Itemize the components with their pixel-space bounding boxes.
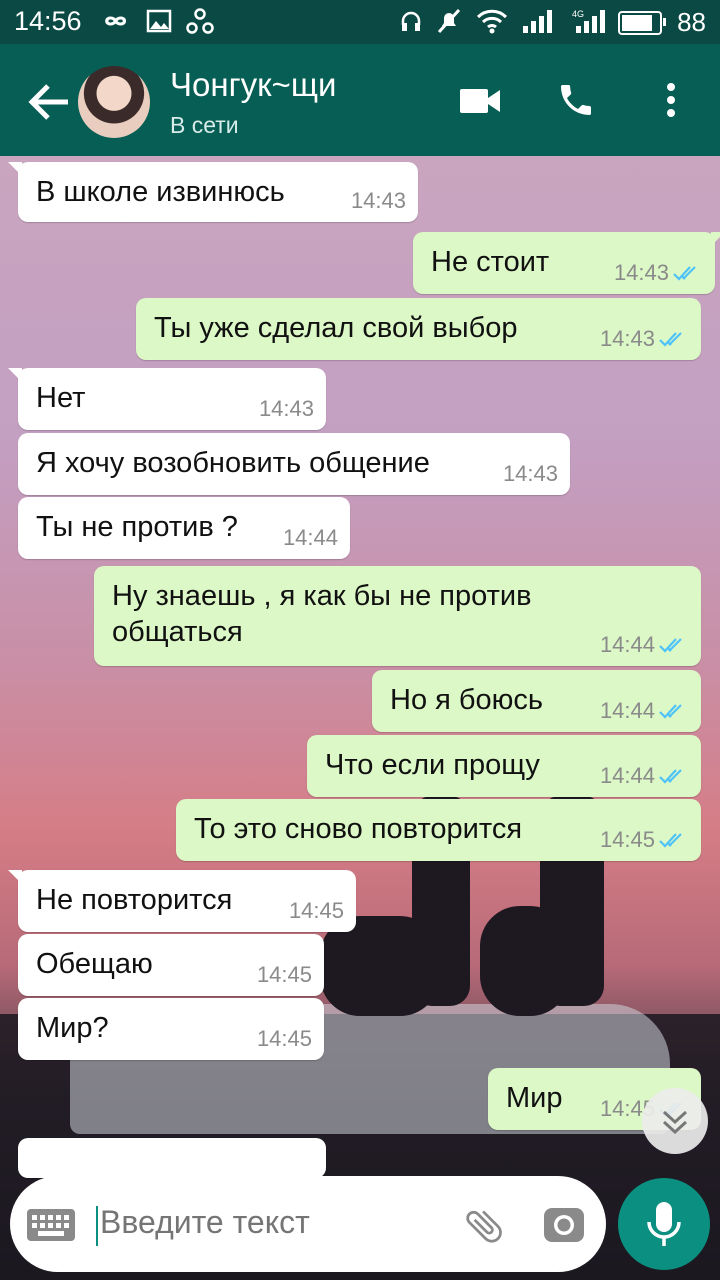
outgoing-message[interactable]: Ну знаешь , я как бы не против общаться 1… [94, 566, 701, 666]
message-meta: 14:43 [503, 461, 558, 487]
incoming-message[interactable]: Я хочу возобновить общение 14:43 [18, 433, 570, 495]
double-check-icon [659, 638, 682, 653]
message-meta: 14:45 [289, 898, 344, 924]
message-time: 14:43 [502, 461, 558, 486]
incoming-message[interactable]: Не повторится 14:45 [8, 870, 356, 932]
chat-header: Чонгук~щи В сети [0, 44, 720, 156]
double-check-icon [659, 332, 682, 347]
message-time: 14:43 [258, 396, 314, 421]
message-time: 14:43 [613, 260, 669, 285]
message-input[interactable] [100, 1204, 440, 1241]
incoming-message[interactable]: Обещаю 14:45 [18, 934, 324, 996]
message-meta: 14:44 [600, 763, 689, 789]
contact-name[interactable]: Чонгук~щи [170, 66, 336, 104]
status-time: 14:56 [14, 6, 82, 36]
message-time: 14:44 [599, 698, 655, 723]
status-bar: 14:56 4G 88 [0, 0, 720, 44]
image-icon [146, 9, 172, 33]
message-time: 14:43 [599, 326, 655, 351]
outgoing-message[interactable]: Ты уже сделал свой выбор 14:43 [136, 298, 701, 360]
message-meta: 14:45 [257, 1026, 312, 1052]
battery-percent: 88 [677, 7, 706, 37]
message-meta: 14:43 [614, 260, 703, 286]
incoming-message[interactable]: Мир? 14:45 [18, 998, 324, 1060]
message-time: 14:45 [599, 827, 655, 852]
message-input-bar [10, 1176, 606, 1272]
microphone-icon [647, 1202, 681, 1246]
keyboard-icon[interactable] [26, 1208, 76, 1242]
message-time: 14:45 [256, 962, 312, 987]
outgoing-message[interactable]: Что если прощу 14:44 [307, 735, 701, 797]
scroll-down-button[interactable] [642, 1088, 708, 1154]
outgoing-message[interactable]: Не стоит 14:43 [413, 232, 720, 294]
message-time: 14:43 [350, 188, 406, 213]
message-time: 14:44 [282, 525, 338, 550]
incoming-message[interactable]: Ты не против ? 14:44 [18, 497, 350, 559]
outgoing-message[interactable]: Но я боюсь 14:44 [372, 670, 701, 732]
message-time: 14:45 [288, 898, 344, 923]
headset-icon [401, 11, 421, 31]
message-meta: 14:43 [259, 396, 314, 422]
signal-icon [523, 10, 552, 33]
message-time: 14:44 [599, 763, 655, 788]
share-icon [186, 8, 214, 34]
battery-fill [622, 15, 652, 31]
more-vert-icon[interactable] [664, 82, 678, 118]
camera-icon[interactable] [542, 1202, 586, 1246]
message-meta: 14:44 [600, 632, 689, 658]
partial-incoming-message[interactable] [18, 1138, 326, 1178]
message-meta: 14:43 [351, 188, 406, 214]
message-meta: 14:43 [600, 326, 689, 352]
outgoing-message[interactable]: То это сново повторится 14:45 [176, 799, 701, 861]
message-text: В школе извинюсь [36, 176, 285, 208]
message-meta: 14:44 [600, 698, 689, 724]
double-check-icon [659, 704, 682, 719]
video-call-icon[interactable] [460, 86, 500, 116]
message-time: 14:44 [599, 632, 655, 657]
arrow-back-icon[interactable] [28, 82, 70, 122]
battery-icon [618, 11, 666, 35]
paperclip-icon[interactable] [462, 1204, 506, 1248]
incoming-message[interactable]: Нет 14:43 [8, 368, 326, 430]
chevron-double-down-icon [662, 1110, 688, 1135]
contact-status: В сети [170, 112, 239, 138]
svg-text:4G: 4G [572, 9, 584, 19]
voice-record-button[interactable] [618, 1178, 710, 1270]
message-text: Я хочу возобновить общение [36, 447, 430, 479]
system-icons: 4G [400, 8, 612, 34]
mute-icon [437, 8, 461, 34]
avatar[interactable] [78, 66, 150, 138]
double-check-icon [673, 266, 696, 281]
notification-icons [100, 8, 214, 34]
message-meta: 14:45 [257, 962, 312, 988]
message-time: 14:45 [256, 1026, 312, 1051]
message-meta: 14:44 [283, 525, 338, 551]
wifi-icon [476, 9, 508, 34]
incoming-message[interactable]: В школе извинюсь 14:43 [8, 162, 418, 222]
signal-4g-icon: 4G [572, 9, 605, 33]
text-cursor [96, 1206, 98, 1246]
message-meta: 14:45 [600, 827, 689, 853]
infinity-icon [105, 16, 127, 26]
double-check-icon [659, 833, 682, 848]
double-check-icon [659, 769, 682, 784]
phone-icon[interactable] [556, 80, 596, 120]
chat-area[interactable]: В школе извинюсь 14:43 Не стоит 14:43 Ты уже… [0, 156, 720, 1280]
